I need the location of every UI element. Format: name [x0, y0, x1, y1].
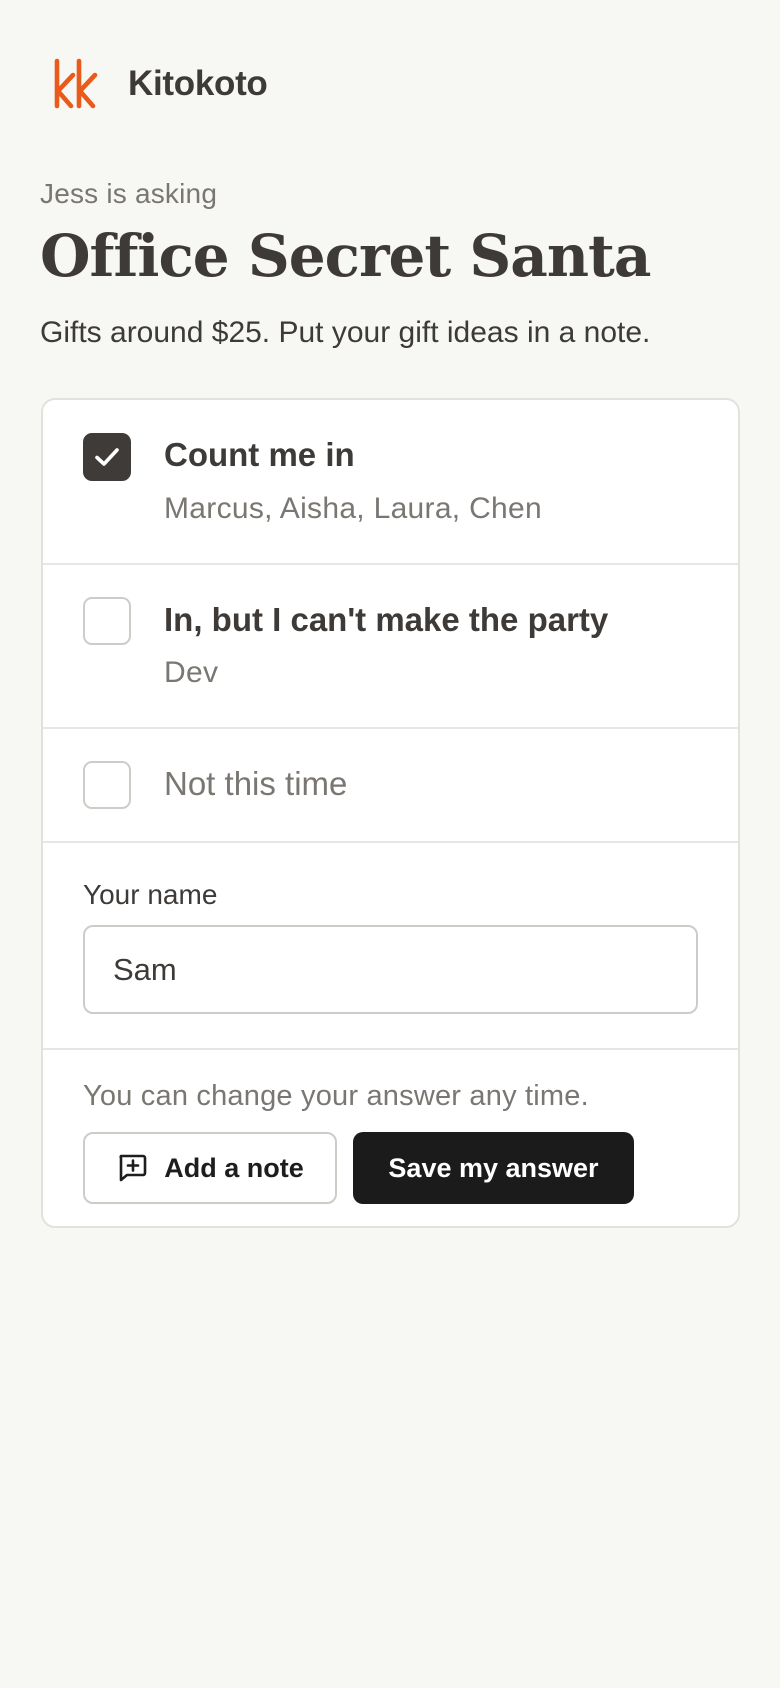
name-section: Your name: [43, 843, 738, 1050]
option-voters: Marcus, Aisha, Laura, Chen: [164, 492, 542, 525]
save-answer-button[interactable]: Save my answer: [353, 1132, 634, 1204]
poll-description: Gifts around $25. Put your gift ideas in…: [40, 316, 651, 349]
option-not-this-time[interactable]: Not this time: [43, 729, 738, 843]
option-checkbox[interactable]: [83, 597, 131, 645]
option-label: In, but I can't make the party: [164, 601, 609, 638]
card-footer: You can change your answer any time. Add…: [43, 1050, 738, 1226]
add-note-label: Add a note: [164, 1152, 304, 1183]
change-answer-hint: You can change your answer any time.: [83, 1080, 589, 1112]
option-checkbox-checked[interactable]: [83, 433, 131, 481]
option-voters: Dev: [164, 656, 219, 689]
message-plus-icon: [119, 1154, 147, 1182]
name-field-label: Your name: [83, 879, 218, 910]
kk-logo-icon: [54, 58, 98, 109]
option-label: Count me in: [164, 436, 355, 473]
page: Kitokoto Jess is asking Office Secret Sa…: [0, 0, 780, 1688]
brand-header[interactable]: Kitokoto: [54, 58, 268, 110]
checkmark-icon: [95, 448, 119, 466]
option-label: Not this time: [164, 765, 348, 802]
brand-name: Kitokoto: [128, 64, 268, 103]
option-count-me-in[interactable]: Count me in Marcus, Aisha, Laura, Chen: [43, 400, 738, 565]
option-checkbox[interactable]: [83, 761, 131, 809]
poll-title: Office Secret Santa: [40, 222, 651, 290]
option-in-no-party[interactable]: In, but I can't make the party Dev: [43, 565, 738, 729]
response-card: Count me in Marcus, Aisha, Laura, Chen I…: [41, 398, 740, 1228]
poll-asker: Jess is asking: [40, 178, 218, 209]
name-input[interactable]: [83, 925, 698, 1014]
add-note-button[interactable]: Add a note: [83, 1132, 337, 1204]
